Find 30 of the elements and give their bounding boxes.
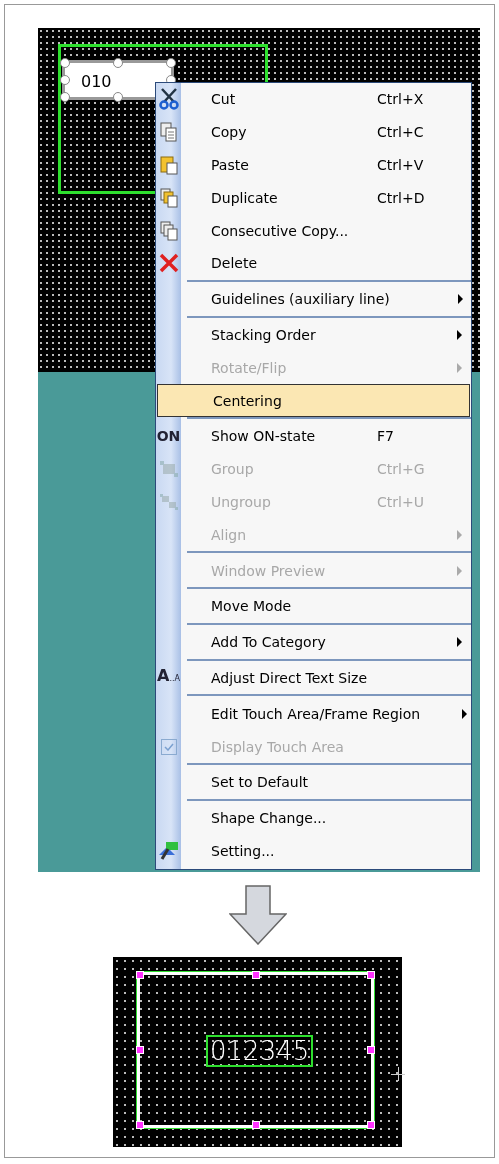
number-display[interactable]: 012345 [206, 1035, 314, 1067]
down-arrow-icon [229, 885, 287, 945]
copy-icon [159, 122, 178, 143]
resize-handle[interactable] [113, 58, 123, 68]
submenu-arrow-icon [462, 708, 467, 719]
delete-icon [158, 253, 179, 274]
menu-item[interactable]: Duplicate Ctrl+D [156, 181, 471, 215]
submenu-arrow-icon [456, 565, 462, 576]
submenu-arrow-icon [456, 529, 462, 540]
menu-item[interactable]: Setting... [156, 834, 471, 868]
submenu-arrow-icon [456, 362, 462, 373]
duplicate-icon [159, 187, 178, 208]
menu-item[interactable]: Paste Ctrl+V [156, 148, 471, 182]
wrench-icon [157, 840, 180, 861]
submenu-arrow-icon [456, 329, 462, 340]
scissors-icon [158, 88, 179, 111]
menu-item[interactable]: Centering [157, 384, 470, 417]
menu-item[interactable]: Delete [156, 247, 471, 280]
submenu-arrow-icon [458, 294, 464, 305]
pages-icon [159, 220, 178, 241]
icon-label: ON [156, 428, 181, 445]
paste-icon [159, 155, 178, 175]
resize-handle[interactable] [113, 92, 123, 102]
selected-number-display[interactable]: 010 [62, 60, 174, 100]
group-icon [158, 460, 179, 479]
menu-item[interactable]: Consecutive Copy... [156, 214, 471, 247]
submenu-arrow-icon [456, 637, 462, 648]
ungroup-icon [158, 492, 179, 511]
resize-handle[interactable] [166, 58, 176, 68]
menu-item[interactable]: Copy Ctrl+C [156, 115, 471, 149]
